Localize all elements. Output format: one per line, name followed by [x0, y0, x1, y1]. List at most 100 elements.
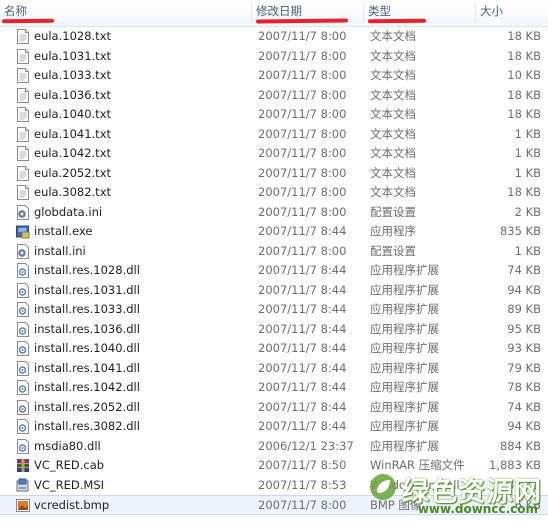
column-date-header[interactable]: 修改日期	[252, 0, 364, 26]
file-name: install.res.1042.dll	[34, 380, 140, 394]
column-name-header[interactable]: 名称	[0, 0, 252, 26]
file-size: 10 KB	[507, 68, 541, 82]
file-size: 18 KB	[507, 107, 541, 121]
text-file-icon	[16, 107, 30, 122]
column-type-header[interactable]: 类型	[364, 0, 476, 26]
file-name: msdia80.dll	[34, 438, 101, 453]
dll-file-icon	[16, 282, 30, 298]
file-date: 2007/11/7 8:00	[258, 29, 347, 43]
file-name: install.res.1036.dll	[34, 321, 140, 336]
file-type: 应用程序扩展	[370, 438, 439, 453]
file-size: 18 KB	[507, 48, 541, 63]
file-size: 1 KB	[514, 165, 541, 180]
file-row[interactable]: eula.1036.txt 2007/11/7 8:00 文本文档 18 KB	[0, 86, 548, 106]
file-type: 应用程序扩展	[370, 380, 439, 394]
file-name: eula.1042.txt	[34, 146, 112, 160]
file-size: 95 KB	[507, 321, 541, 336]
file-date: 2007/11/7 8:44	[258, 263, 347, 277]
file-row[interactable]: install.exe 2007/11/7 8:44 应用程序 835 KB	[0, 222, 548, 242]
file-date: 2007/11/7 8:00	[258, 146, 347, 160]
file-name: eula.2052.txt	[34, 165, 112, 180]
file-size: 94 KB	[507, 419, 541, 433]
file-type: 文本文档	[370, 87, 416, 102]
dll-file-icon	[16, 360, 30, 376]
file-name: vcredist.bmp	[34, 498, 110, 512]
text-file-icon	[16, 87, 30, 103]
text-file-icon	[16, 126, 30, 142]
file-row[interactable]: eula.2052.txt 2007/11/7 8:00 文本文档 1 KB	[0, 164, 548, 184]
file-size: 93 KB	[507, 341, 541, 355]
file-date: 2007/11/7 8:00	[258, 165, 347, 180]
column-size-header[interactable]: 大小	[476, 0, 548, 26]
file-row[interactable]: install.ini 2007/11/7 8:00 配置设置 1 KB	[0, 242, 548, 262]
dll-file-icon	[16, 419, 30, 434]
file-name: install.res.2052.dll	[34, 399, 140, 414]
file-row[interactable]: install.res.1033.dll 2007/11/7 8:44 应用程序扩展…	[0, 300, 548, 320]
file-type: 应用程序扩展	[370, 263, 439, 277]
column-size-label: 大小	[480, 4, 503, 18]
dll-file-icon	[16, 321, 30, 337]
dll-file-icon	[16, 438, 30, 454]
file-row[interactable]: globdata.ini 2007/11/7 8:00 配置设置 2 KB	[0, 203, 548, 223]
file-name: install.res.1028.dll	[34, 263, 140, 277]
installer-exe-icon	[16, 224, 30, 239]
file-type: 应用程序扩展	[370, 360, 439, 375]
file-size: 74 KB	[507, 263, 541, 277]
watermark: 绿色资源网 www.downcc.com	[368, 470, 548, 518]
file-type: 应用程序扩展	[370, 341, 439, 355]
leaf-logo-icon	[370, 474, 396, 500]
file-row[interactable]: install.res.2052.dll 2007/11/7 8:44 应用程序扩展…	[0, 398, 548, 418]
file-type: 文本文档	[370, 165, 416, 180]
file-date: 2007/11/7 8:44	[258, 321, 347, 336]
file-type: 应用程序	[370, 224, 416, 238]
file-row[interactable]: eula.1028.txt 2007/11/7 8:00 文本文档 18 KB	[0, 27, 548, 47]
file-type: 文本文档	[370, 48, 416, 63]
file-row[interactable]: install.res.3082.dll 2007/11/7 8:44 应用程序扩展…	[0, 417, 548, 437]
file-size: 18 KB	[507, 185, 541, 199]
file-row[interactable]: msdia80.dll 2006/12/1 23:37 应用程序扩展 884 KB	[0, 437, 548, 457]
file-size: 89 KB	[507, 302, 541, 316]
file-date: 2007/11/7 8:00	[258, 204, 347, 219]
file-row[interactable]: eula.1040.txt 2007/11/7 8:00 文本文档 18 KB	[0, 105, 548, 125]
file-row[interactable]: install.res.1036.dll 2007/11/7 8:44 应用程序扩展…	[0, 320, 548, 340]
file-row[interactable]: install.res.1041.dll 2007/11/7 8:44 应用程序扩展…	[0, 359, 548, 379]
file-date: 2007/11/7 8:00	[258, 498, 347, 512]
file-row[interactable]: eula.3082.txt 2007/11/7 8:00 文本文档 18 KB	[0, 183, 548, 203]
file-type: 应用程序扩展	[370, 282, 439, 297]
file-row[interactable]: install.res.1040.dll 2007/11/7 8:44 应用程序扩展…	[0, 339, 548, 359]
file-size: 1 KB	[514, 243, 541, 258]
settings-file-icon	[16, 204, 30, 220]
column-header: 名称 修改日期 类型 大小	[0, 0, 548, 27]
file-name: install.res.3082.dll	[34, 419, 140, 433]
file-date: 2007/11/7 8:50	[258, 458, 347, 472]
file-row[interactable]: install.res.1028.dll 2007/11/7 8:44 应用程序扩展…	[0, 261, 548, 281]
dll-file-icon	[16, 302, 30, 317]
file-type: 文本文档	[370, 107, 416, 121]
file-date: 2007/11/7 8:44	[258, 399, 347, 414]
watermark-url: www.downcc.com	[417, 502, 538, 516]
file-size: 74 KB	[507, 399, 541, 414]
file-date: 2007/11/7 8:44	[258, 380, 347, 394]
file-row[interactable]: eula.1031.txt 2007/11/7 8:00 文本文档 18 KB	[0, 47, 548, 67]
file-row[interactable]: install.res.1031.dll 2007/11/7 8:44 应用程序扩展…	[0, 281, 548, 301]
text-file-icon	[16, 29, 30, 44]
file-type: 应用程序扩展	[370, 302, 439, 316]
file-date: 2007/11/7 8:00	[258, 107, 347, 121]
text-file-icon	[16, 68, 30, 83]
file-date: 2007/11/7 8:00	[258, 185, 347, 199]
column-type-label: 类型	[368, 4, 391, 18]
column-name-label: 名称	[4, 4, 27, 18]
file-name: eula.1041.txt	[34, 126, 112, 141]
file-name: eula.1033.txt	[34, 68, 112, 82]
file-type: 配置设置	[370, 204, 416, 219]
file-row[interactable]: eula.1042.txt 2007/11/7 8:00 文本文档 1 KB	[0, 144, 548, 164]
file-type: 配置设置	[370, 243, 416, 258]
bmp-image-icon	[16, 498, 30, 513]
file-row[interactable]: eula.1041.txt 2007/11/7 8:00 文本文档 1 KB	[0, 125, 548, 145]
file-row[interactable]: install.res.1042.dll 2007/11/7 8:44 应用程序扩展…	[0, 378, 548, 398]
file-list: eula.1028.txt 2007/11/7 8:00 文本文档 18 KB eula…	[0, 27, 548, 515]
file-name: install.res.1041.dll	[34, 360, 140, 375]
file-row[interactable]: eula.1033.txt 2007/11/7 8:00 文本文档 10 KB	[0, 66, 548, 86]
file-size: 1 KB	[514, 126, 541, 141]
file-date: 2007/11/7 8:44	[258, 341, 347, 355]
